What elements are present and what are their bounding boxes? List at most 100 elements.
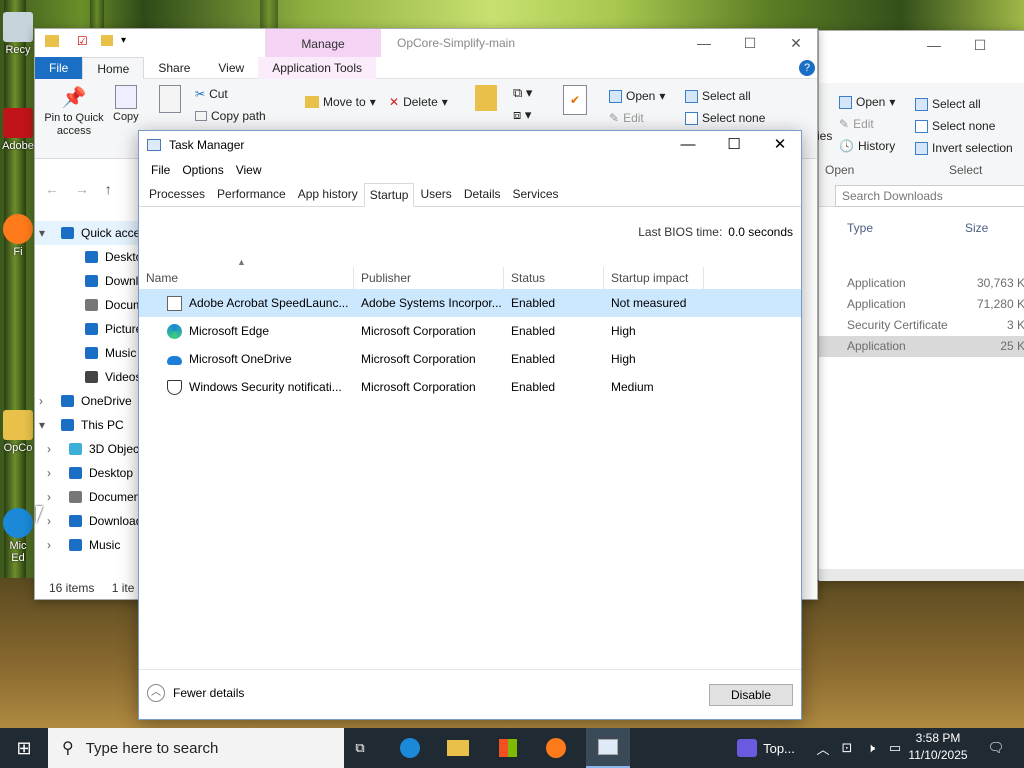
menu-view[interactable]: View [230, 163, 268, 177]
chevron-right-icon[interactable]: › [47, 461, 51, 485]
column-header-type[interactable]: Type [847, 221, 873, 235]
edit-button[interactable]: ✎ Edit [839, 117, 874, 131]
edit-button[interactable]: ✎ Edit [609, 111, 644, 125]
file-row[interactable]: Security Certificate 3 K [819, 315, 1024, 336]
nav-item-pictures[interactable]: Pictures [35, 317, 145, 341]
help-icon[interactable]: ? [799, 59, 815, 76]
tab-app-history[interactable]: App history [292, 182, 364, 206]
maximize-button[interactable]: ☐ [711, 131, 757, 159]
close-button[interactable]: ✕ [1005, 31, 1024, 59]
startup-row[interactable]: Microsoft OneDrive Microsoft Corporation E… [139, 345, 801, 373]
maximize-button[interactable]: ☐ [727, 29, 773, 57]
select-none-button[interactable]: Select none [685, 111, 765, 125]
pin-quick-access-button[interactable]: 📌 Pin to Quick access [41, 85, 107, 138]
select-none-button[interactable]: Select none [915, 119, 995, 133]
close-button[interactable]: ✕ [773, 29, 819, 57]
cut-button[interactable]: ✂ Cut [195, 87, 228, 101]
copy-button[interactable]: Copy [113, 85, 139, 123]
volume-button[interactable]: 🕨 [860, 728, 882, 768]
tab-startup[interactable]: Startup [363, 183, 415, 207]
column-header-size[interactable]: Size [965, 221, 988, 235]
minimize-button[interactable]: — [911, 31, 957, 59]
nav-item-this-pc[interactable]: ▾ This PC [35, 413, 145, 437]
chevron-down-icon[interactable]: ▾ [39, 413, 45, 437]
file-row[interactable]: Application 30,763 K [819, 273, 1024, 294]
properties-button[interactable]: ✔ [563, 85, 587, 115]
desktop-icon-opcore[interactable]: OpCo [0, 410, 36, 454]
meet-now-button[interactable]: ⊡ [836, 728, 858, 768]
start-button[interactable]: ⊞ [0, 728, 48, 768]
search-box[interactable]: Search Downloads [835, 185, 1024, 207]
nav-item-downloads[interactable]: Downloa [35, 269, 145, 293]
tab-performance[interactable]: Performance [211, 182, 292, 206]
taskbar-search[interactable]: ⚲ Type here to search [48, 728, 344, 768]
menu-options[interactable]: Options [176, 163, 229, 177]
context-tab-manage[interactable]: Manage [265, 29, 381, 57]
chevron-right-icon[interactable]: › [47, 533, 51, 557]
desktop-icon-firefox[interactable]: Fi [0, 214, 36, 258]
column-header-publisher[interactable]: Publisher [354, 267, 504, 289]
column-header-name[interactable]: Name [139, 267, 354, 289]
tab-users[interactable]: Users [414, 182, 457, 206]
nav-item-onedrive[interactable]: › OneDrive [35, 389, 145, 413]
back-icon[interactable]: ← [45, 181, 59, 197]
nav-item-desktop2[interactable]: › Desktop [35, 461, 145, 485]
move-to-button[interactable]: Move to ▾ [305, 95, 376, 109]
invert-selection-button[interactable]: Invert selection [915, 141, 1013, 155]
tab-home[interactable]: Home [82, 56, 145, 79]
show-hidden-icons-button[interactable]: ︿ [814, 728, 832, 768]
tab-processes[interactable]: Processes [143, 182, 211, 206]
select-all-button[interactable]: Select all [685, 89, 751, 103]
nav-item-objects3d[interactable]: › 3D Object [35, 437, 145, 461]
properties-icon[interactable]: ☑ [77, 34, 88, 48]
tab-application-tools[interactable]: Application Tools [258, 56, 377, 79]
nav-item-music2[interactable]: › Music [35, 533, 145, 557]
tab-services[interactable]: Services [507, 182, 565, 206]
history-button[interactable]: 🕓 History [839, 139, 895, 153]
paste-button[interactable] [159, 85, 181, 113]
task-view-button[interactable]: ⧉ [344, 728, 376, 768]
new-item-button[interactable]: ⧉ ▾ [513, 85, 532, 101]
nav-item-documents[interactable]: Documen [35, 293, 145, 317]
open-button[interactable]: Open ▾ [609, 89, 665, 103]
clock[interactable]: 3:58 PM 11/10/2025 [898, 730, 978, 764]
nav-item-documents2[interactable]: › Documen [35, 485, 145, 509]
scrollbar[interactable] [819, 569, 1024, 581]
tab-share[interactable]: Share [144, 57, 204, 79]
open-button[interactable]: Open ▾ [839, 95, 895, 109]
startup-row[interactable]: Adobe Acrobat SpeedLaunc... Adobe Systems… [139, 289, 801, 317]
folder-icon[interactable] [101, 35, 113, 46]
taskbar-store[interactable] [492, 728, 524, 768]
tab-view[interactable]: View [204, 57, 258, 79]
select-all-button[interactable]: Select all [915, 97, 981, 111]
taskbar-app[interactable]: Top... [726, 728, 806, 768]
desktop-icon-recycle-bin[interactable]: Recy [0, 12, 36, 56]
fewer-details-button[interactable]: ︿ Fewer details [147, 684, 244, 702]
up-icon[interactable]: ↑ [105, 181, 112, 197]
startup-row[interactable]: Microsoft Edge Microsoft Corporation Enabl… [139, 317, 801, 345]
desktop-icon-edge[interactable]: Mic Ed [0, 508, 36, 564]
nav-item-music[interactable]: Music [35, 341, 145, 365]
startup-row[interactable]: Windows Security notificati... Microsoft … [139, 373, 801, 401]
chevron-down-icon[interactable]: ▾ [39, 221, 45, 245]
menu-file[interactable]: File [145, 163, 176, 177]
minimize-button[interactable]: — [665, 131, 711, 159]
delete-button[interactable]: ✕ Delete ▾ [389, 95, 448, 109]
taskbar-file-explorer[interactable] [442, 728, 474, 768]
notifications-button[interactable]: 🗨 [980, 728, 1012, 768]
maximize-button[interactable]: ☐ [957, 31, 1003, 59]
new-folder-button[interactable] [475, 85, 497, 111]
nav-item-videos[interactable]: Videos [35, 365, 145, 389]
column-header-status[interactable]: Status [504, 267, 604, 289]
file-row[interactable]: Application 25 K [819, 336, 1024, 357]
nav-item-desktop[interactable]: Desktop [35, 245, 145, 269]
chevron-right-icon[interactable]: › [39, 389, 43, 413]
taskbar-edge[interactable] [394, 728, 426, 768]
disable-button[interactable]: Disable [709, 684, 793, 706]
easy-access-button[interactable]: ⧈ ▾ [513, 107, 531, 123]
tab-details[interactable]: Details [458, 182, 507, 206]
forward-icon[interactable]: → [75, 181, 89, 197]
nav-item-downloads2[interactable]: › Download [35, 509, 145, 533]
chevron-down-icon[interactable]: ▾ [121, 35, 126, 46]
column-header-startup-impact[interactable]: Startup impact [604, 267, 704, 289]
